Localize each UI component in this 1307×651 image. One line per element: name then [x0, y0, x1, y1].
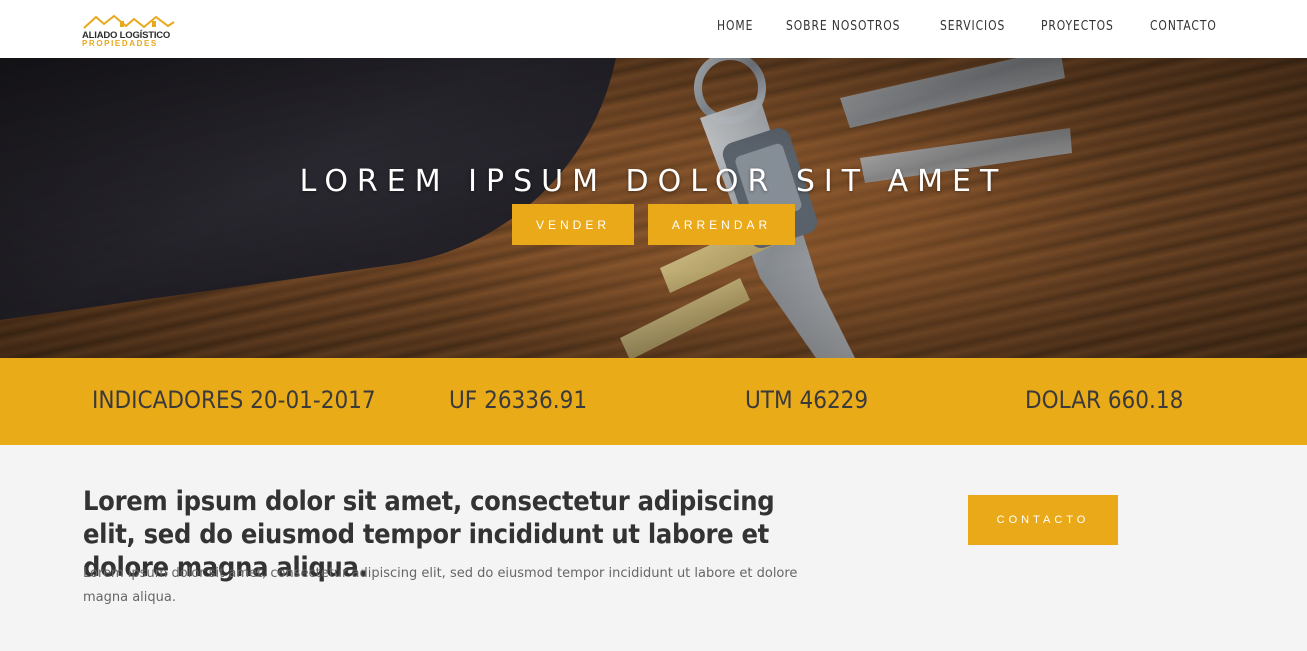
indicator-date: INDICADORES 20-01-2017 — [92, 386, 376, 414]
nav-home[interactable]: HOME — [717, 19, 753, 34]
nav-servicios[interactable]: SERVICIOS — [940, 19, 1005, 34]
hero-title: LOREM IPSUM DOLOR SIT AMET — [299, 164, 1008, 199]
logo-text-sub: PROPIEDADES — [82, 39, 158, 48]
nav-proyectos[interactable]: PROYECTOS — [1041, 19, 1114, 34]
indicators-bar: INDICADORES 20-01-2017 UF 26336.91 UTM 4… — [0, 358, 1307, 445]
indicator-dolar: DOLAR 660.18 — [1025, 386, 1184, 414]
site-header: ALIADO LOGÍSTICO PROPIEDADES HOME SOBRE … — [0, 0, 1307, 58]
nav-contacto[interactable]: CONTACTO — [1150, 19, 1217, 34]
main-nav: HOME SOBRE NOSOTROS SERVICIOS PROYECTOS … — [717, 19, 1223, 34]
house-roof-icon — [83, 14, 175, 29]
hero-banner: LOREM IPSUM DOLOR SIT AMET VENDER ARREND… — [0, 58, 1307, 358]
indicator-utm: UTM 46229 — [745, 386, 869, 414]
nav-sobre-nosotros[interactable]: SOBRE NOSOTROS — [786, 19, 900, 34]
contacto-button[interactable]: CONTACTO — [968, 495, 1118, 545]
indicator-uf: UF 26336.91 — [449, 386, 588, 414]
logo[interactable]: ALIADO LOGÍSTICO PROPIEDADES — [82, 14, 176, 50]
intro-paragraph: Lorem ipsum dolor sit amet, consectetur … — [83, 566, 798, 605]
arrendar-button[interactable]: ARRENDAR — [648, 204, 795, 245]
vender-button[interactable]: VENDER — [512, 204, 634, 245]
intro-section: Lorem ipsum dolor sit amet, consectetur … — [0, 445, 1307, 651]
